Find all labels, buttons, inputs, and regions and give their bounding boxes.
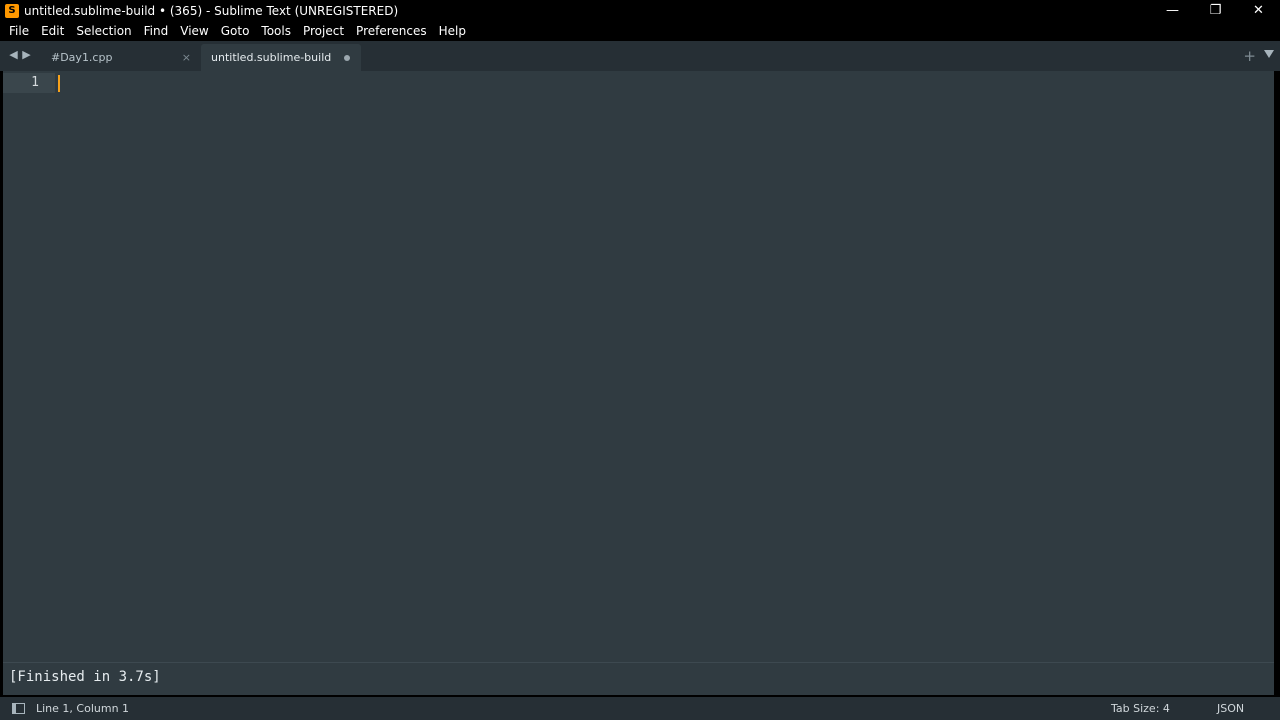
text-cursor [58, 75, 60, 92]
tab-label: untitled.sublime-build [211, 51, 332, 64]
build-output-panel[interactable]: [Finished in 3.7s] [3, 662, 1274, 695]
menu-view[interactable]: View [174, 21, 214, 41]
unsaved-dot-icon[interactable] [344, 55, 350, 61]
menu-project[interactable]: Project [297, 21, 350, 41]
menu-bar: File Edit Selection Find View Goto Tools… [0, 21, 1280, 41]
panel-toggle-icon[interactable] [12, 703, 25, 714]
close-button[interactable]: ✕ [1237, 0, 1280, 21]
menu-selection[interactable]: Selection [70, 21, 137, 41]
close-tab-icon[interactable]: × [182, 51, 191, 64]
previous-tab-icon[interactable]: ◀ [8, 48, 19, 61]
status-tab-size[interactable]: Tab Size: 4 [1111, 702, 1170, 715]
tab-list-dropdown-icon[interactable] [1264, 50, 1274, 58]
title-bar: S untitled.sublime-build • (365) - Subli… [0, 0, 1280, 21]
menu-file[interactable]: File [3, 21, 35, 41]
menu-find[interactable]: Find [138, 21, 175, 41]
next-tab-icon[interactable]: ▶ [21, 48, 32, 61]
menu-help[interactable]: Help [433, 21, 472, 41]
status-bar: Line 1, Column 1 Tab Size: 4 JSON [0, 697, 1280, 720]
line-number: 1 [31, 75, 39, 90]
tab-day1-cpp[interactable]: #Day1.cpp × [40, 44, 200, 71]
build-output-text: [Finished in 3.7s] [9, 669, 161, 685]
menu-preferences[interactable]: Preferences [350, 21, 433, 41]
sublime-app-icon: S [5, 3, 19, 18]
status-syntax[interactable]: JSON [1217, 702, 1244, 715]
vertical-scrollbar[interactable] [1274, 71, 1280, 662]
menu-edit[interactable]: Edit [35, 21, 70, 41]
menu-goto[interactable]: Goto [215, 21, 256, 41]
restore-button[interactable]: ❐ [1194, 0, 1237, 21]
tab-bar: ◀ ▶ #Day1.cpp × untitled.sublime-build + [0, 41, 1280, 71]
window-title: untitled.sublime-build • (365) - Sublime… [24, 3, 399, 18]
menu-tools[interactable]: Tools [255, 21, 297, 41]
tab-untitled-sublime-build[interactable]: untitled.sublime-build [201, 44, 361, 71]
window-controls: — ❐ ✕ [1151, 0, 1280, 21]
editor-area[interactable]: 1 [3, 71, 1274, 662]
tab-label: #Day1.cpp [51, 51, 113, 64]
tab-nav-arrows: ◀ ▶ [8, 48, 32, 61]
new-tab-icon[interactable]: + [1243, 47, 1256, 65]
minimize-button[interactable]: — [1151, 0, 1194, 21]
status-cursor-position[interactable]: Line 1, Column 1 [36, 702, 129, 715]
